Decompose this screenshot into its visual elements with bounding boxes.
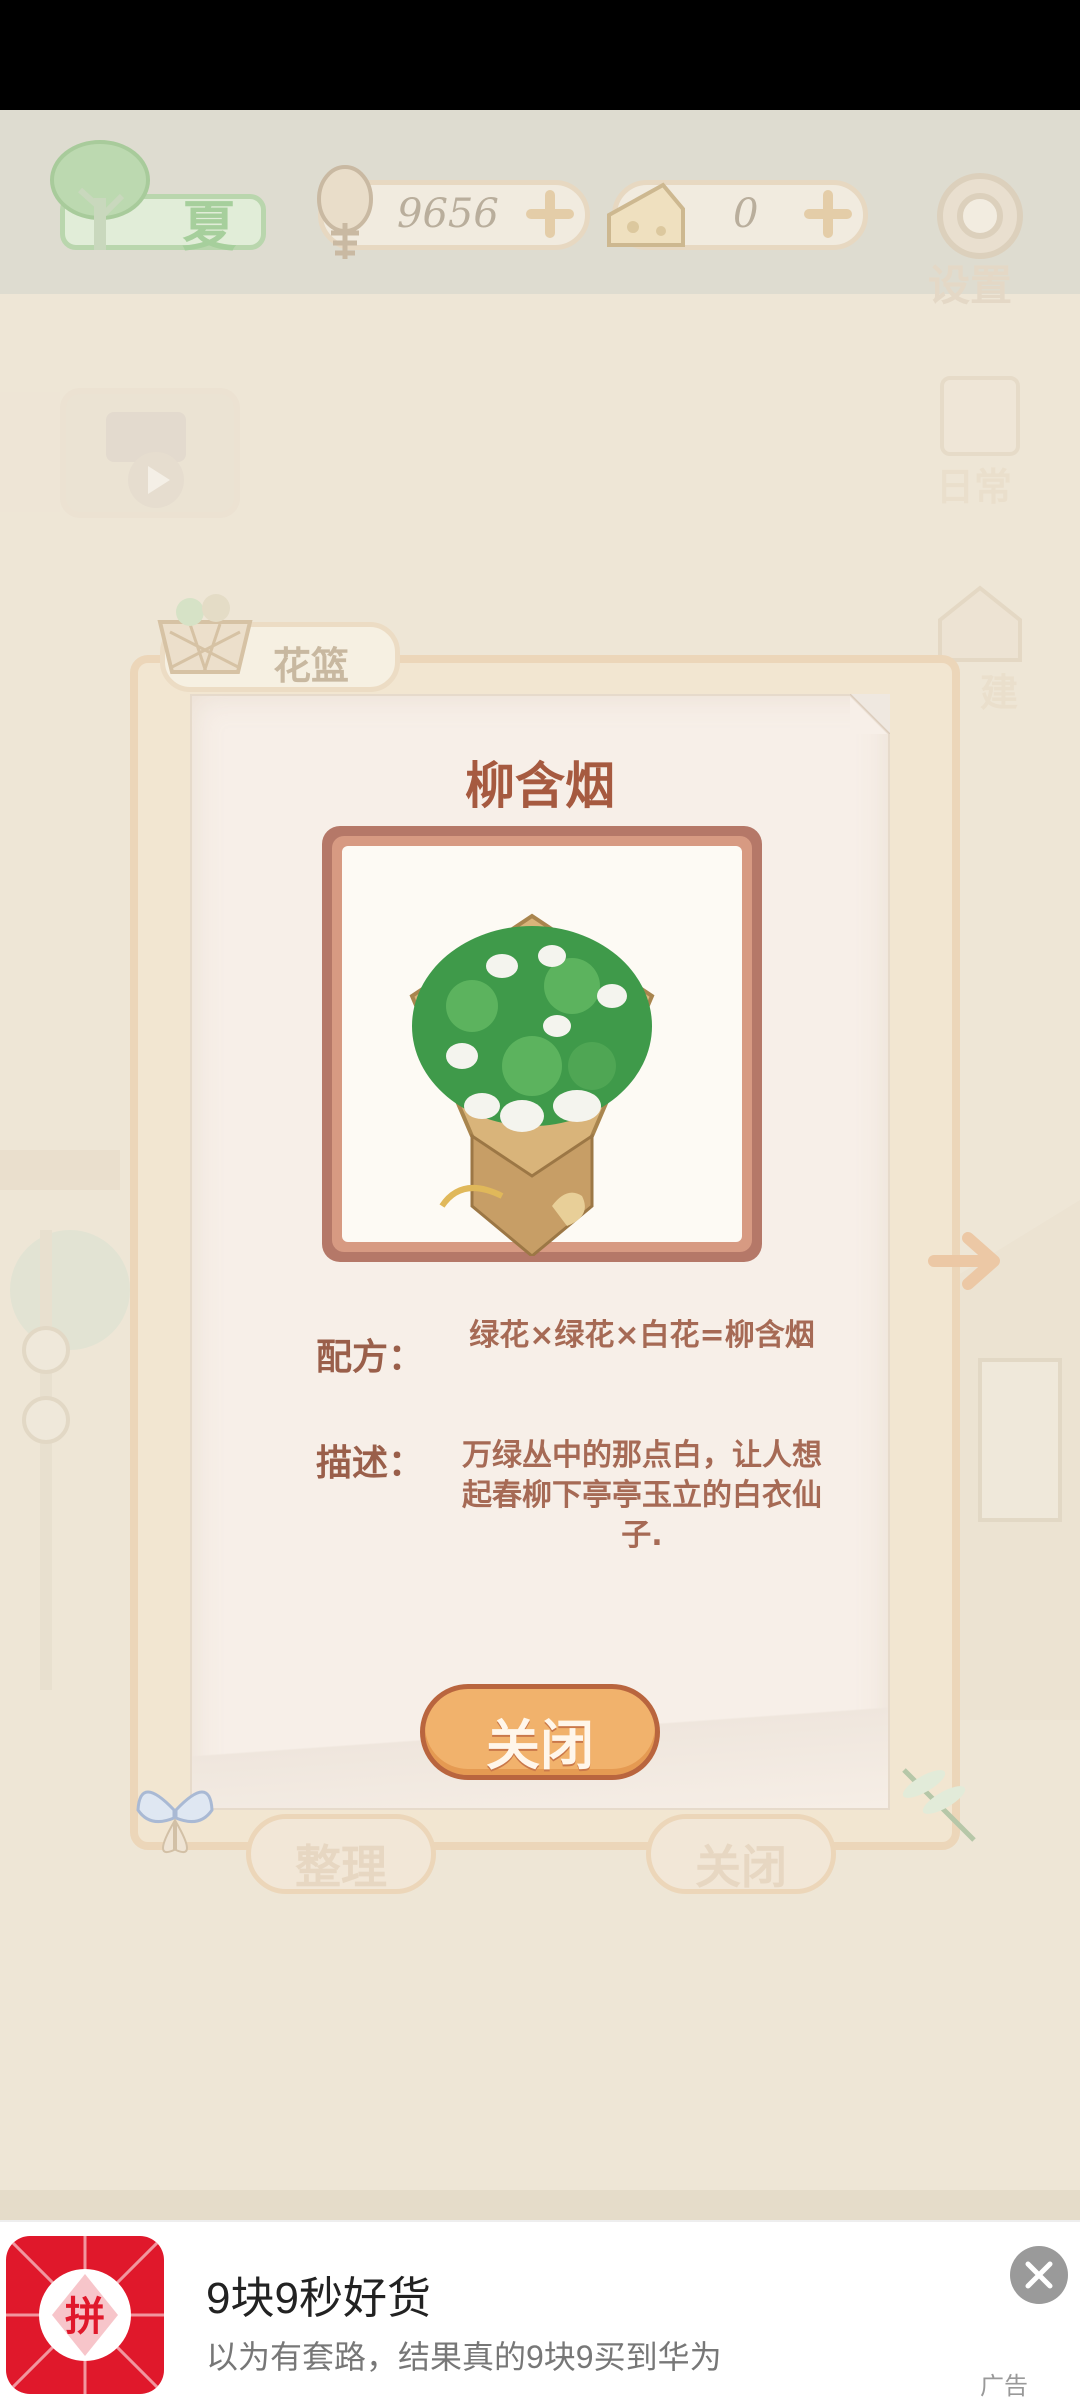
ad-close-button[interactable] bbox=[1010, 2246, 1068, 2304]
flower-title: 柳含烟 bbox=[465, 757, 615, 815]
basket-close-label: 关闭 bbox=[695, 1840, 787, 1894]
ad-tag: 广告 bbox=[980, 2366, 1028, 2400]
fish-counter: 9656 bbox=[317, 165, 590, 259]
tree-icon bbox=[50, 140, 150, 250]
cheese-icon bbox=[607, 182, 685, 247]
close-button-label: 关闭 bbox=[486, 1714, 594, 1777]
daily-tasks-button[interactable]: 日常 bbox=[920, 370, 1040, 509]
fish-bone-icon bbox=[317, 165, 373, 259]
daily-label: 日常 bbox=[936, 465, 1013, 509]
status-bar bbox=[0, 0, 1080, 110]
settings-button[interactable]: 设置 bbox=[920, 170, 1040, 310]
background-scenery-left bbox=[0, 1150, 130, 1690]
season-label: 夏 bbox=[182, 195, 236, 258]
add-fish-icon[interactable] bbox=[525, 189, 575, 239]
bouquet-image bbox=[409, 913, 655, 1256]
organize-label: 整理 bbox=[295, 1840, 387, 1894]
add-cheese-icon[interactable] bbox=[803, 189, 853, 239]
fish-count: 9656 bbox=[397, 191, 499, 237]
logo-text: 拼 bbox=[65, 2294, 105, 2340]
ad-title[interactable]: 9块9秒好货 bbox=[206, 2262, 431, 2326]
basket-tab-label: 花篮 bbox=[273, 644, 350, 688]
description-label: 描述： bbox=[316, 1443, 425, 1484]
scroll-icon bbox=[940, 376, 1020, 456]
butterfly-icon bbox=[136, 1790, 214, 1853]
video-ad-button[interactable] bbox=[60, 388, 240, 518]
basket-close-button[interactable]: 关闭 bbox=[646, 1814, 836, 1894]
build-label: 建 bbox=[980, 671, 1019, 715]
left-panel-edge bbox=[0, 392, 60, 512]
ad-tag-label: 广告 bbox=[980, 2372, 1028, 2400]
logo-pattern: 拼 bbox=[6, 2236, 164, 2394]
paper-corner-curl bbox=[850, 694, 890, 734]
description-value: 万绿丛中的那点白，让人想起春柳下亭亭玉立的白衣仙子. bbox=[462, 1438, 822, 1553]
arrow-right-icon[interactable] bbox=[928, 1226, 1008, 1296]
flower-detail-card: 柳含烟 配方： 绿花×绿花×白花=柳含烟 描述： 万绿丛中的那点白，让人想起春柳… bbox=[190, 694, 890, 1810]
cheese-count: 0 bbox=[733, 191, 759, 237]
ad-banner[interactable]: 拼 9块9秒好货 以为有套路，结果真的9块9买到华为 广告 bbox=[0, 2220, 1080, 2400]
season-badge[interactable]: 夏 bbox=[40, 138, 266, 258]
recipe-label: 配方： bbox=[316, 1337, 425, 1378]
close-button[interactable]: 关闭 bbox=[420, 1684, 660, 1780]
cheese-counter: 0 bbox=[607, 180, 868, 250]
bottom-toolbar-strip bbox=[0, 2190, 1080, 2220]
bouquet-frame bbox=[322, 826, 762, 1262]
top-hud: 夏 9656 0 设置 bbox=[0, 110, 1080, 310]
recipe-value: 绿花×绿花×白花=柳含烟 bbox=[469, 1318, 815, 1353]
basket-icon bbox=[157, 594, 253, 674]
ad-subtitle[interactable]: 以为有套路，结果真的9块9买到华为 bbox=[206, 2332, 722, 2378]
dragonfly-icon bbox=[902, 1768, 976, 1842]
organize-button[interactable]: 整理 bbox=[246, 1814, 436, 1894]
house-icon bbox=[938, 585, 1022, 662]
settings-label: 设置 bbox=[928, 261, 1013, 310]
pinduoduo-logo[interactable]: 拼 bbox=[6, 2236, 164, 2394]
close-icon bbox=[1025, 2261, 1053, 2289]
play-icon bbox=[106, 412, 186, 508]
